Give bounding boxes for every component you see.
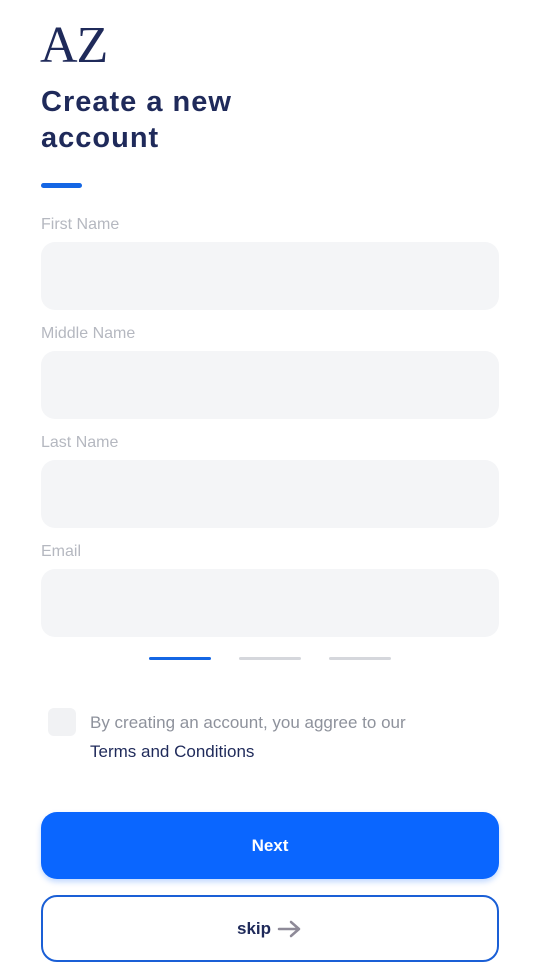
middle-name-input[interactable] bbox=[41, 351, 499, 419]
first-name-label: First Name bbox=[41, 216, 120, 233]
email-label: Email bbox=[41, 543, 82, 560]
first-name-input[interactable] bbox=[41, 242, 499, 310]
step-3-indicator bbox=[329, 657, 391, 660]
brand-logo: AZ bbox=[40, 17, 108, 74]
terms-link[interactable]: Terms and Conditions bbox=[90, 742, 254, 761]
next-button[interactable]: Next bbox=[41, 812, 499, 879]
terms-checkbox[interactable] bbox=[48, 708, 76, 736]
email-input[interactable] bbox=[41, 569, 499, 637]
step-2-indicator bbox=[239, 657, 301, 660]
last-name-label: Last Name bbox=[41, 434, 119, 451]
skip-button[interactable]: skip bbox=[41, 895, 499, 962]
page-title: Create a new account bbox=[41, 86, 232, 154]
title-accent-bar bbox=[41, 183, 82, 188]
middle-name-label: Middle Name bbox=[41, 325, 136, 342]
consent-text: By creating an account, you aggree to ou… bbox=[90, 708, 490, 766]
last-name-input[interactable] bbox=[41, 460, 499, 528]
step-1-indicator bbox=[149, 657, 211, 660]
skip-label: skip bbox=[236, 918, 272, 938]
arrow-right-icon bbox=[277, 920, 301, 937]
consent-statement: By creating an account, you aggree to ou… bbox=[90, 713, 406, 732]
